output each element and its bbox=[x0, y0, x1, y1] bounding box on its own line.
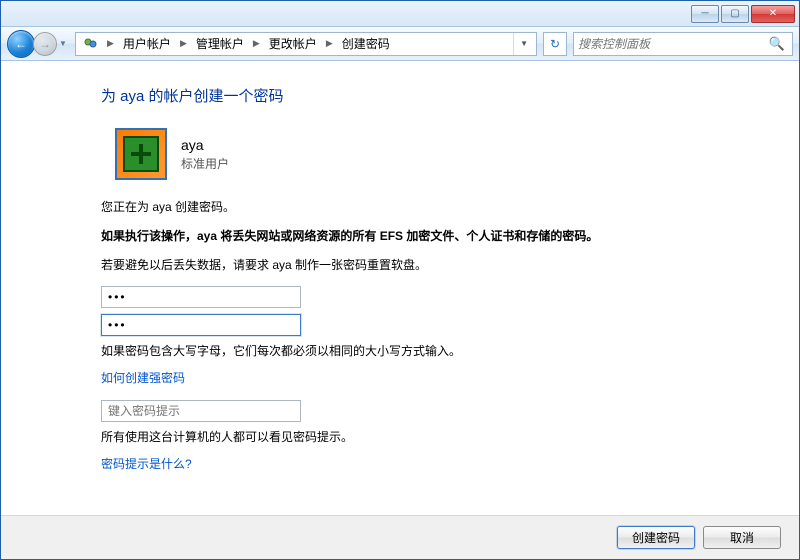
hint-note: 所有使用这台计算机的人都可以看见密码提示。 bbox=[101, 428, 739, 445]
avatar-picture-icon bbox=[123, 136, 159, 172]
window-controls: ─ ▢ ✕ bbox=[691, 5, 795, 23]
nav-history-dropdown[interactable]: ▼ bbox=[57, 31, 69, 57]
user-name: aya bbox=[181, 137, 229, 153]
search-icon[interactable]: 🔍 bbox=[766, 36, 788, 52]
back-arrow-icon: ← bbox=[15, 37, 27, 51]
avatar bbox=[115, 128, 167, 180]
create-password-button[interactable]: 创建密码 bbox=[617, 526, 695, 549]
breadcrumb-segment[interactable]: 用户帐户 bbox=[117, 33, 177, 55]
warning-msg: 如果执行该操作，aya 将丢失网站或网络资源的所有 EFS 加密文件、个人证书和… bbox=[101, 227, 739, 246]
close-icon: ✕ bbox=[769, 8, 777, 19]
chevron-right-icon: ▶ bbox=[104, 38, 117, 49]
user-accounts-icon bbox=[82, 35, 100, 53]
password-inputs bbox=[101, 286, 739, 336]
forward-arrow-icon: → bbox=[39, 37, 51, 51]
breadcrumb-segment[interactable]: 创建密码 bbox=[336, 33, 396, 55]
user-info: aya 标准用户 bbox=[181, 137, 229, 172]
new-password-input[interactable] bbox=[101, 286, 301, 308]
forward-button[interactable]: → bbox=[33, 32, 57, 56]
chevron-right-icon: ▶ bbox=[250, 38, 263, 49]
minimize-icon: ─ bbox=[701, 8, 708, 19]
search-input[interactable] bbox=[578, 37, 766, 51]
maximize-button[interactable]: ▢ bbox=[721, 5, 749, 23]
chevron-right-icon: ▶ bbox=[323, 38, 336, 49]
nav-bar: ← → ▼ ▶ 用户帐户 ▶ 管理帐户 ▶ 更改帐户 ▶ 创建密码 ▼ bbox=[1, 27, 799, 61]
minimize-button[interactable]: ─ bbox=[691, 5, 719, 23]
strong-password-link[interactable]: 如何创建强密码 bbox=[101, 369, 185, 386]
title-bar: ─ ▢ ✕ bbox=[1, 1, 799, 27]
breadcrumb-segment[interactable]: 管理帐户 bbox=[190, 33, 250, 55]
search-bar[interactable]: 🔍 bbox=[573, 32, 793, 56]
address-dropdown[interactable]: ▼ bbox=[513, 33, 534, 55]
footer: 创建密码 取消 bbox=[1, 515, 799, 559]
hint-help-link[interactable]: 密码提示是什么? bbox=[101, 455, 192, 472]
cancel-button[interactable]: 取消 bbox=[703, 526, 781, 549]
address-bar[interactable]: ▶ 用户帐户 ▶ 管理帐户 ▶ 更改帐户 ▶ 创建密码 ▼ bbox=[75, 32, 537, 56]
floppy-msg: 若要避免以后丢失数据，请要求 aya 制作一张密码重置软盘。 bbox=[101, 256, 739, 275]
content-area: 为 aya 的帐户创建一个密码 aya 标准用户 您正在为 aya 创建密码。 … bbox=[1, 61, 799, 515]
refresh-button[interactable]: ↻ bbox=[543, 32, 567, 56]
control-panel-window: ─ ▢ ✕ ← → ▼ bbox=[0, 0, 800, 560]
page-title: 为 aya 的帐户创建一个密码 bbox=[101, 85, 739, 106]
maximize-icon: ▢ bbox=[730, 8, 739, 19]
case-note: 如果密码包含大写字母，它们每次都必须以相同的大小写方式输入。 bbox=[101, 342, 739, 359]
nav-buttons: ← → ▼ bbox=[7, 30, 69, 58]
chevron-right-icon: ▶ bbox=[177, 38, 190, 49]
user-type: 标准用户 bbox=[181, 155, 229, 172]
creating-msg: 您正在为 aya 创建密码。 bbox=[101, 198, 739, 217]
refresh-icon: ↻ bbox=[550, 37, 560, 51]
user-block: aya 标准用户 bbox=[115, 128, 739, 180]
hint-block bbox=[101, 400, 739, 422]
password-hint-input[interactable] bbox=[101, 400, 301, 422]
confirm-password-input[interactable] bbox=[101, 314, 301, 336]
back-button[interactable]: ← bbox=[7, 30, 35, 58]
breadcrumb-segment[interactable]: 更改帐户 bbox=[263, 33, 323, 55]
close-button[interactable]: ✕ bbox=[751, 5, 795, 23]
